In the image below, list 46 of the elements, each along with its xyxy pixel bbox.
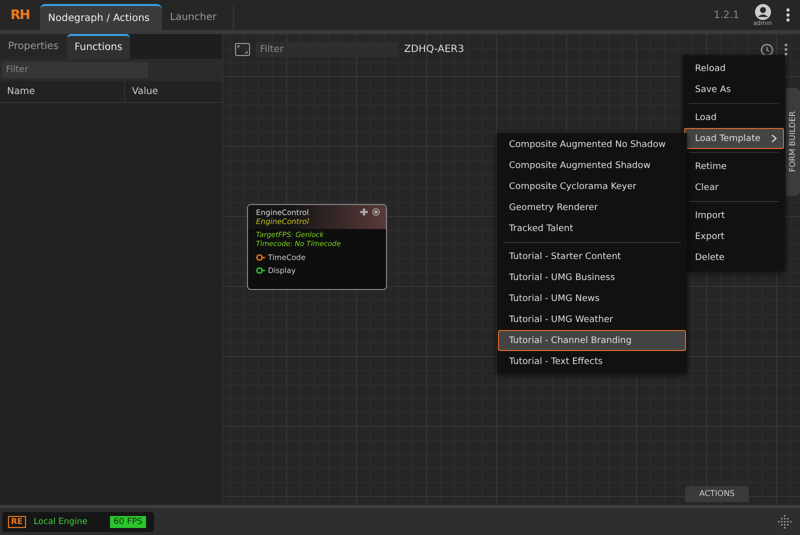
tab[interactable]: Launcher [162, 4, 234, 30]
graph-title: ZDHQ-AER3 [404, 44, 464, 55]
column-header: Value [131, 86, 158, 97]
menu-item[interactable]: Tutorial - UMG Business [498, 267, 686, 288]
settings-icon[interactable] [372, 208, 380, 216]
menu-item[interactable]: Reload [684, 58, 784, 79]
menu-item[interactable]: Composite Augmented Shadow [498, 155, 686, 176]
move-icon[interactable] [360, 208, 368, 216]
menu-item[interactable]: Retime [684, 156, 784, 177]
engine-name: Local Engine [34, 516, 88, 526]
menu-item[interactable]: Import [684, 205, 784, 226]
bottom-tab[interactable]: ACTIONS [685, 486, 749, 502]
menu-item[interactable]: Composite Augmented No Shadow [498, 134, 686, 155]
menu-item[interactable]: Save As [684, 79, 784, 100]
menu-item[interactable]: Geometry Renderer [498, 197, 686, 218]
menu-item[interactable]: Tutorial - Starter Content [498, 246, 686, 267]
menu-item[interactable]: Delete [684, 247, 784, 268]
more-icon[interactable] [786, 8, 790, 22]
engine-logo: RE [8, 516, 26, 528]
menu-item[interactable]: Tutorial - UMG News [498, 288, 686, 309]
side-tab[interactable]: FORM BUILDER [786, 88, 800, 196]
chevron-icon [771, 134, 777, 143]
app-logo: RH [10, 8, 30, 22]
menu-item[interactable]: Tutorial - UMG Weather [498, 309, 686, 330]
menu-item[interactable]: Tracked Talent [498, 218, 686, 239]
frame-icon[interactable] [235, 43, 250, 56]
column-header: Name [0, 81, 125, 102]
port-icon[interactable] [256, 254, 265, 261]
menu-item[interactable]: Clear [684, 177, 784, 198]
filter-field[interactable]: Filter [2, 62, 148, 78]
filter-field[interactable]: Filter [256, 42, 398, 57]
menu-item[interactable]: Export [684, 226, 784, 247]
version-label: 1.2.1 [714, 10, 740, 20]
menu-item[interactable]: Load [684, 107, 784, 128]
fps-badge: 60 FPS [110, 516, 146, 528]
more-icon[interactable] [784, 43, 788, 56]
panel-tab[interactable]: Functions [66, 34, 130, 59]
menu-item[interactable]: Tutorial - Text Effects [498, 351, 686, 372]
panel-tab[interactable]: Properties [0, 34, 67, 59]
history-icon[interactable] [760, 42, 774, 56]
tab[interactable]: Nodegraph / Actions [40, 4, 162, 30]
menu-item[interactable]: Load Template [684, 128, 784, 149]
grid-icon[interactable] [778, 514, 792, 528]
menu-item[interactable]: Tutorial - Channel Branding [498, 330, 686, 351]
menu-item[interactable]: Composite Cyclorama Keyer [498, 176, 686, 197]
port-icon[interactable] [256, 267, 265, 274]
